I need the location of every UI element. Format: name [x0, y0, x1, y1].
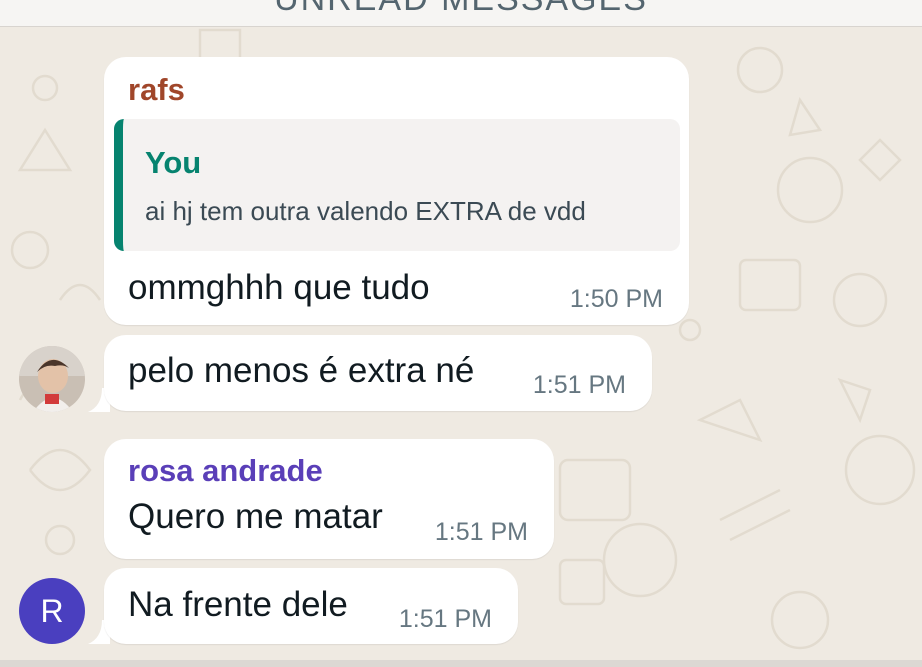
message-time: 1:51 PM [434, 518, 528, 546]
message-bubble[interactable]: pelo menos é extra né 1:51 PM [104, 335, 652, 411]
message-text: Quero me matar [128, 497, 383, 536]
message-time: 1:51 PM [532, 371, 626, 399]
quoted-message[interactable]: You ai hj tem outra valendo EXTRA de vdd [114, 119, 680, 251]
message-time: 1:51 PM [398, 605, 492, 633]
message-text: pelo menos é extra né [128, 351, 475, 390]
bottom-divider [0, 660, 922, 667]
sender-name[interactable]: rosa andrade [128, 453, 323, 489]
user-photo-icon [19, 346, 85, 412]
message-text: Na frente dele [128, 585, 348, 624]
avatar[interactable] [19, 346, 85, 412]
unread-messages-banner: UNREAD MESSAGES [0, 0, 922, 27]
message-text: ommghhh que tudo [128, 268, 430, 307]
quoted-author: You [145, 145, 202, 180]
message-time: 1:50 PM [569, 285, 663, 313]
unread-messages-label: UNREAD MESSAGES [0, 0, 922, 19]
message-bubble[interactable]: Na frente dele 1:51 PM [104, 568, 518, 644]
avatar[interactable]: R [19, 578, 85, 644]
message-bubble[interactable]: rafs You ai hj tem outra valendo EXTRA d… [104, 57, 689, 325]
message-bubble[interactable]: rosa andrade Quero me matar 1:51 PM [104, 439, 554, 559]
quoted-text: ai hj tem outra valendo EXTRA de vdd [145, 196, 586, 226]
sender-name[interactable]: rafs [128, 72, 185, 108]
